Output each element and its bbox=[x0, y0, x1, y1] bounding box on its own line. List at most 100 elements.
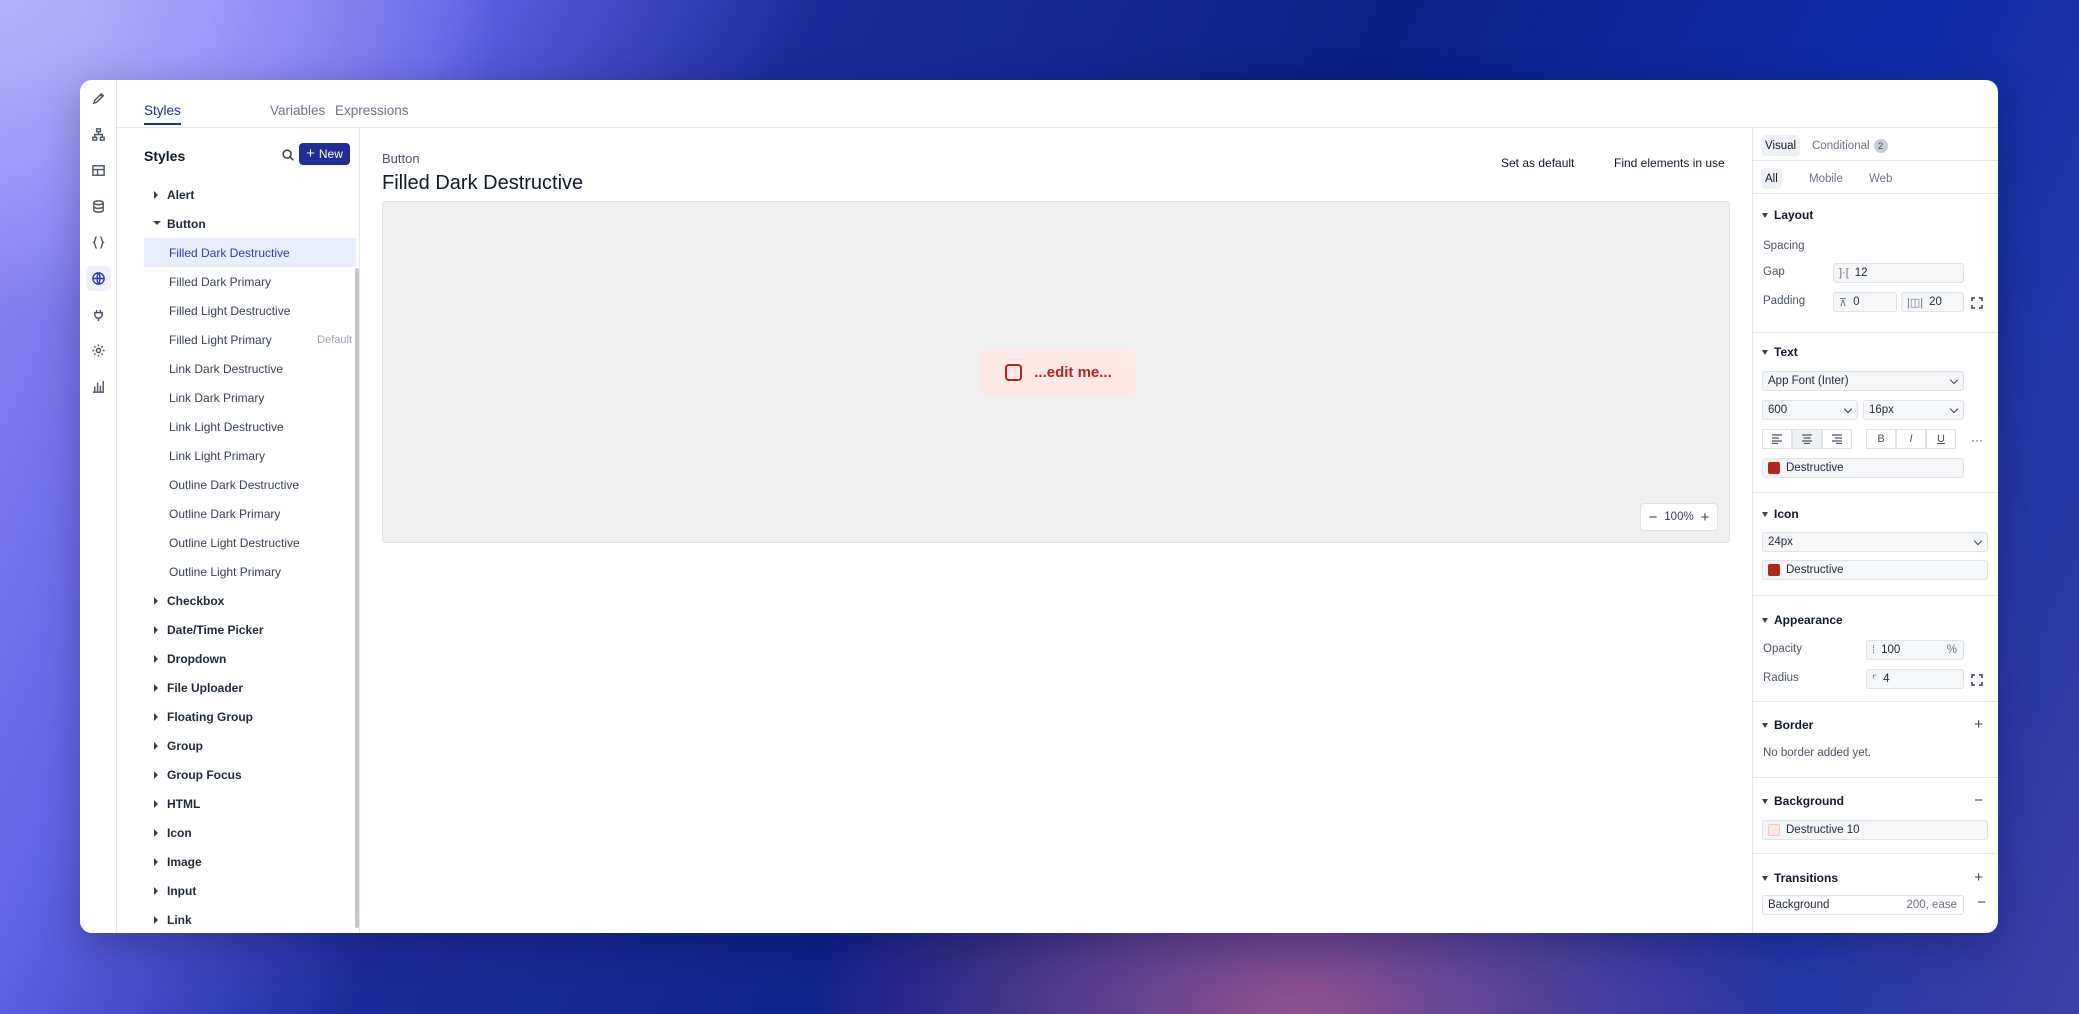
remove-transition-button[interactable]: − bbox=[1977, 895, 1986, 910]
opacity-label: Opacity bbox=[1763, 643, 1802, 655]
gap-field[interactable]: ]·[12 bbox=[1833, 263, 1964, 283]
underline-icon[interactable]: U bbox=[1926, 429, 1956, 449]
icon-color-field[interactable]: Destructive bbox=[1762, 560, 1988, 580]
icon-size-select[interactable]: 24px bbox=[1762, 532, 1988, 552]
tab-conditional[interactable]: Conditional 2 bbox=[1808, 135, 1892, 156]
tree-group-group[interactable]: Group bbox=[144, 731, 356, 760]
zoom-in-button[interactable]: + bbox=[1700, 509, 1710, 526]
text-color-swatch bbox=[1768, 462, 1780, 474]
style-editor: Button Filled Dark Destructive Set as de… bbox=[360, 128, 1732, 933]
platform-mobile[interactable]: Mobile bbox=[1805, 168, 1847, 189]
tree-item[interactable]: Link Light Primary bbox=[144, 441, 356, 470]
expand-radius-icon[interactable] bbox=[1971, 673, 1983, 686]
transition-detail: 200, ease bbox=[1906, 899, 1957, 911]
tree-group-date-time-picker[interactable]: Date/Time Picker bbox=[144, 615, 356, 644]
remove-background-button[interactable]: − bbox=[1974, 793, 1983, 808]
platform-all[interactable]: All bbox=[1761, 168, 1782, 189]
caret-right-icon bbox=[154, 713, 158, 721]
bold-icon[interactable]: B bbox=[1866, 429, 1896, 449]
tree-item[interactable]: Filled Dark Destructive bbox=[144, 238, 356, 267]
tree-group-alert[interactable]: Alert bbox=[144, 180, 356, 209]
pencil-icon[interactable] bbox=[86, 86, 111, 111]
tree-item[interactable]: Outline Dark Primary bbox=[144, 499, 356, 528]
hierarchy-icon[interactable] bbox=[86, 122, 111, 147]
section-layout[interactable]: Layout bbox=[1762, 208, 1813, 222]
section-border-title: Border bbox=[1774, 718, 1814, 732]
tree-group-html[interactable]: HTML bbox=[144, 789, 356, 818]
radius-field[interactable]: ⌜ 4 bbox=[1866, 669, 1964, 689]
tree-group-checkbox[interactable]: Checkbox bbox=[144, 586, 356, 615]
tree-group-file-uploader[interactable]: File Uploader bbox=[144, 673, 356, 702]
tree-item[interactable]: Link Dark Destructive bbox=[144, 354, 356, 383]
section-icon[interactable]: Icon bbox=[1762, 507, 1799, 521]
section-transitions[interactable]: Transitions bbox=[1762, 871, 1838, 885]
more-options-icon[interactable]: ··· bbox=[1971, 433, 1987, 447]
italic-icon[interactable]: I bbox=[1896, 429, 1926, 449]
tree-item[interactable]: Filled Light Primary Default bbox=[144, 325, 356, 354]
tab-visual[interactable]: Visual bbox=[1761, 135, 1801, 156]
database-icon[interactable] bbox=[86, 194, 111, 219]
font-size-select[interactable]: 16px bbox=[1863, 400, 1964, 420]
caret-right-icon bbox=[154, 655, 158, 663]
align-left-icon[interactable] bbox=[1762, 429, 1792, 449]
tab-conditional-label: Conditional bbox=[1812, 139, 1870, 152]
find-elements-in-use-button[interactable]: Find elements in use bbox=[1614, 156, 1725, 170]
gear-icon[interactable] bbox=[86, 338, 111, 363]
tree-item[interactable]: Link Dark Primary bbox=[144, 383, 356, 412]
new-style-button[interactable]: + New bbox=[299, 143, 350, 165]
section-transitions-title: Transitions bbox=[1774, 871, 1839, 885]
tree-group-group-focus[interactable]: Group Focus bbox=[144, 760, 356, 789]
text-color-field[interactable]: Destructive bbox=[1762, 458, 1964, 478]
tab-styles[interactable]: Styles bbox=[144, 103, 181, 125]
section-background[interactable]: Background bbox=[1762, 794, 1844, 808]
code-braces-icon[interactable] bbox=[86, 230, 111, 255]
add-border-button[interactable]: + bbox=[1974, 717, 1983, 732]
align-right-icon[interactable] bbox=[1822, 429, 1852, 449]
tree-row-label: Link Dark Destructive bbox=[169, 361, 284, 376]
align-center-icon[interactable] bbox=[1792, 429, 1822, 449]
tab-variables[interactable]: Variables bbox=[270, 103, 325, 123]
layout-icon[interactable] bbox=[86, 158, 111, 183]
padding-vertical-field[interactable]: ⊼ 0 bbox=[1833, 292, 1897, 312]
tree-row-label: Icon bbox=[167, 825, 192, 840]
tree-group-input[interactable]: Input bbox=[144, 876, 356, 905]
tree-row-label: Outline Dark Destructive bbox=[169, 477, 300, 492]
tree-group-button[interactable]: Button bbox=[144, 209, 356, 238]
tree-item[interactable]: Outline Dark Destructive bbox=[144, 470, 356, 499]
plug-icon[interactable] bbox=[86, 302, 111, 327]
tab-expressions[interactable]: Expressions bbox=[335, 103, 409, 123]
zoom-out-button[interactable]: − bbox=[1648, 509, 1658, 526]
tree-item[interactable]: Filled Dark Primary bbox=[144, 267, 356, 296]
font-family-select[interactable]: App Font (Inter) bbox=[1762, 371, 1964, 391]
inspector-panel: Visual Conditional 2 All Mobile Web Layo… bbox=[1752, 128, 1998, 933]
section-appearance[interactable]: Appearance bbox=[1762, 613, 1843, 627]
globe-icon[interactable] bbox=[86, 266, 111, 291]
tree-group-floating-group[interactable]: Floating Group bbox=[144, 702, 356, 731]
tree-group-image[interactable]: Image bbox=[144, 847, 356, 876]
expand-padding-icon[interactable] bbox=[1971, 296, 1983, 309]
section-text[interactable]: Text bbox=[1762, 345, 1798, 359]
tree-row-label: Dropdown bbox=[167, 651, 227, 666]
tree-group-link[interactable]: Link bbox=[144, 905, 356, 933]
opacity-field[interactable]: ⁞ 100% bbox=[1866, 640, 1964, 660]
breadcrumb[interactable]: Button bbox=[382, 151, 420, 166]
tree-group-icon[interactable]: Icon bbox=[144, 818, 356, 847]
styles-list-scrollbar[interactable] bbox=[355, 268, 359, 928]
chart-icon[interactable] bbox=[86, 374, 111, 399]
tree-item[interactable]: Outline Light Primary bbox=[144, 557, 356, 586]
set-as-default-button[interactable]: Set as default bbox=[1501, 156, 1574, 170]
tree-group-dropdown[interactable]: Dropdown bbox=[144, 644, 356, 673]
tree-item[interactable]: Outline Light Destructive bbox=[144, 528, 356, 557]
section-border[interactable]: Border bbox=[1762, 718, 1813, 732]
platform-web[interactable]: Web bbox=[1865, 168, 1896, 189]
tree-item[interactable]: Link Light Destructive bbox=[144, 412, 356, 441]
tree-item[interactable]: Filled Light Destructive bbox=[144, 296, 356, 325]
preview-button[interactable]: ...edit me... bbox=[981, 350, 1136, 395]
background-color-field[interactable]: Destructive 10 bbox=[1762, 820, 1988, 840]
transition-item[interactable]: Background 200, ease bbox=[1762, 895, 1964, 915]
font-weight-select[interactable]: 600 bbox=[1762, 400, 1858, 420]
add-transition-button[interactable]: + bbox=[1974, 870, 1983, 885]
search-icon[interactable] bbox=[277, 144, 299, 166]
padding-horizontal-field[interactable]: |◫| 20 bbox=[1901, 292, 1964, 312]
padding-vertical-icon: ⊼ bbox=[1839, 296, 1848, 309]
